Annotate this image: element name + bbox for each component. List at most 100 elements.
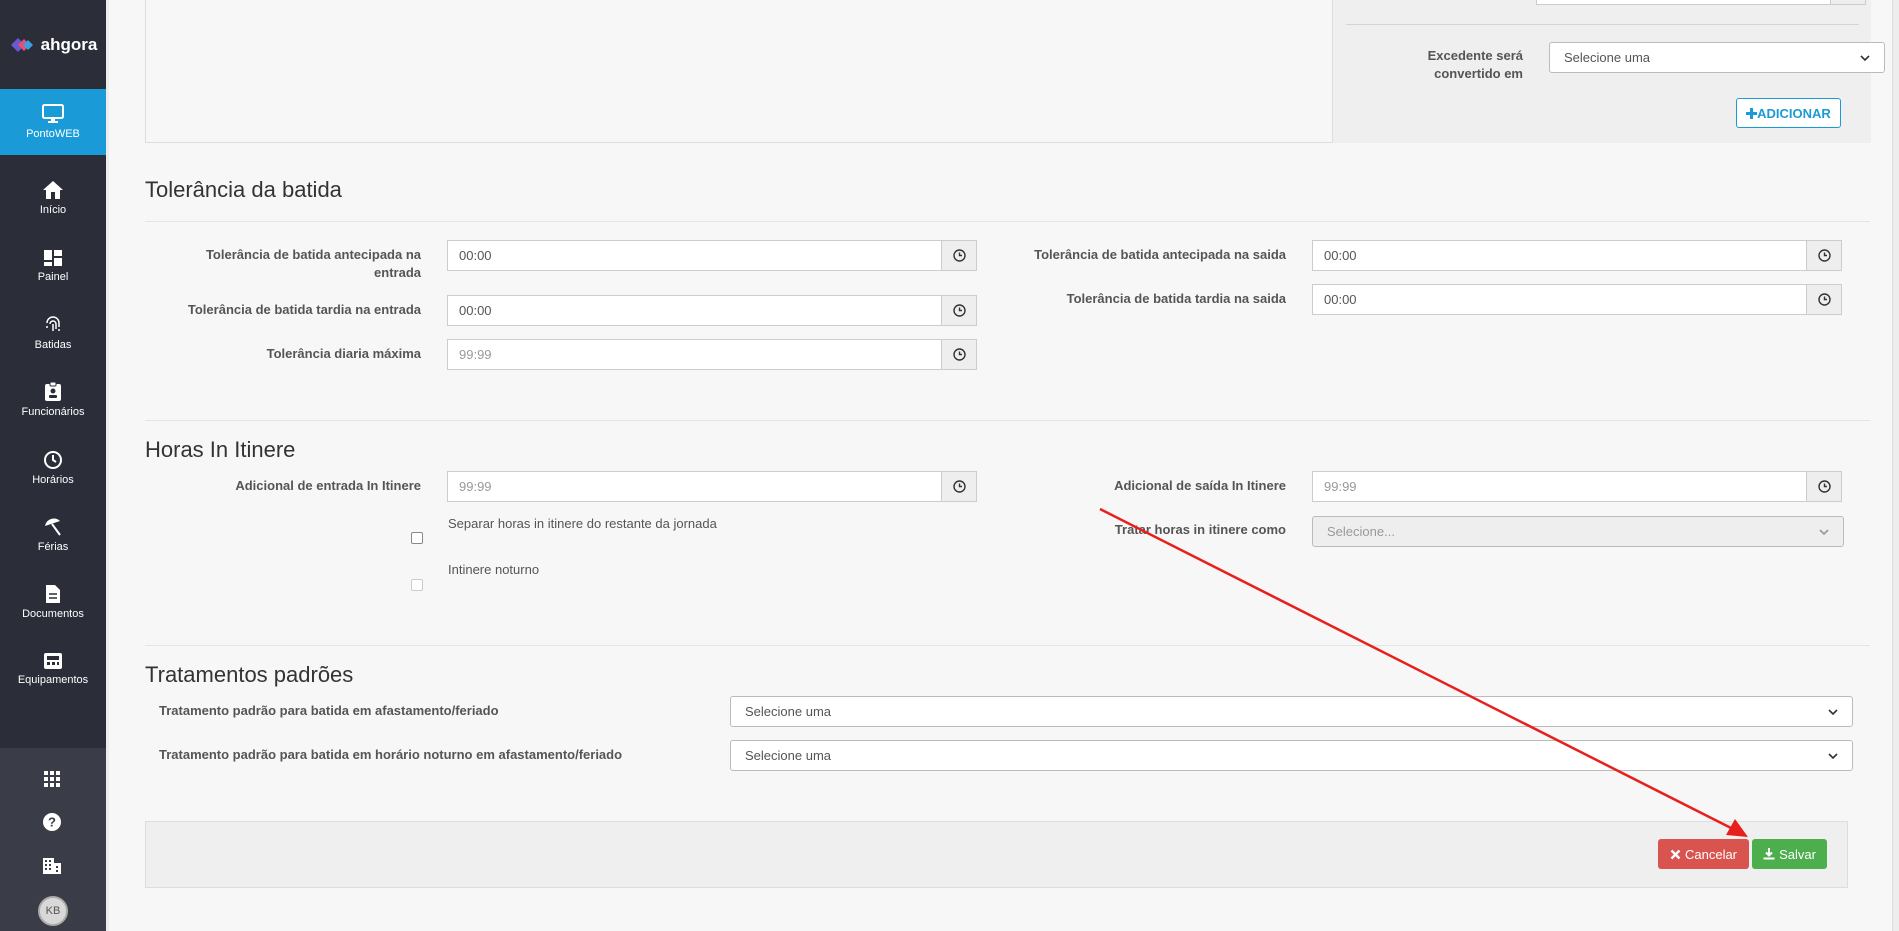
section-title-tolerancia: Tolerância da batida (145, 177, 342, 202)
help-icon[interactable]: ? (41, 811, 63, 833)
sidebar-item-label: PontoWEB (26, 128, 80, 140)
excedente-select-value: Selecione uma (1564, 50, 1650, 65)
clock-icon (952, 480, 966, 493)
separar-horas-checkbox[interactable] (411, 532, 423, 544)
document-icon (46, 585, 60, 603)
itinere-saida-label: Adicional de saída In Itinere (1114, 478, 1286, 493)
tardia-entrada-input[interactable]: 00:00 (447, 295, 942, 326)
sidebar-item-ferias[interactable]: Férias (0, 507, 106, 563)
divider (1346, 24, 1859, 25)
previous-section-box: Excedente será convertido em Selecione u… (145, 0, 1885, 143)
avatar[interactable]: KB (38, 896, 68, 926)
save-button-label: Salvar (1779, 846, 1816, 862)
noturno-afastamento-select-value: Selecione uma (745, 748, 831, 763)
sidebar-item-pontoweb[interactable]: PontoWEB (0, 89, 106, 155)
label-line-1: Tolerância de batida antecipada na (205, 247, 421, 262)
clock-icon (1817, 480, 1831, 493)
excedente-select[interactable]: Selecione uma (1549, 42, 1885, 73)
apps-grid-icon[interactable] (41, 768, 63, 790)
antecipada-saida-label: Tolerância de batida antecipada na saida (1034, 247, 1286, 262)
clock-icon (1817, 293, 1831, 306)
diaria-maxima-clock-button[interactable] (941, 339, 977, 370)
logo-text: ahgora (40, 34, 98, 54)
beach-umbrella-icon (45, 518, 61, 536)
sidebar-item-inicio[interactable]: Início (0, 170, 106, 226)
sidebar-item-label: Horários (32, 474, 74, 486)
home-icon (43, 181, 63, 199)
sidebar-item-label: Equipamentos (17, 674, 89, 686)
sidebar-item-funcionarios[interactable]: Funcionários (0, 372, 106, 428)
divider (145, 221, 1870, 222)
antecipada-entrada-input[interactable]: 00:00 (447, 240, 942, 271)
antecipada-entrada-label: Tolerância de batida antecipada na entra… (145, 246, 421, 282)
antecipada-saida-clock-button[interactable] (1806, 240, 1842, 271)
tardia-entrada-clock-button[interactable] (941, 295, 977, 326)
plus-icon (1746, 107, 1758, 119)
diaria-maxima-input[interactable]: 99:99 (447, 339, 942, 370)
intinere-noturno-checkbox[interactable] (411, 579, 423, 591)
add-button-label: ADICIONAR (1757, 105, 1831, 121)
noturno-afastamento-label: Tratamento padrão para batida em horário… (159, 747, 623, 762)
sidebar-item-label: Férias (37, 541, 69, 553)
excedente-label: Excedente será convertido em (1353, 47, 1523, 83)
tratar-itinere-select[interactable]: Selecione... (1312, 516, 1844, 547)
sidebar-item-painel[interactable]: Painel (0, 238, 106, 294)
itinere-entrada-clock-button[interactable] (941, 471, 977, 502)
clock-icon (952, 304, 966, 317)
sidebar-item-equipamentos[interactable]: Equipamentos (0, 641, 106, 697)
clock-icon (952, 348, 966, 361)
label-line-2: entrada (374, 265, 421, 280)
equipment-icon (44, 653, 62, 669)
clock-icon (952, 249, 966, 262)
excedente-label-line-1: Excedente será (1427, 48, 1523, 63)
clock-icon (1817, 249, 1831, 262)
separar-horas-label: Separar horas in itinere do restante da … (448, 516, 717, 531)
noturno-afastamento-select[interactable]: Selecione uma (730, 740, 1853, 771)
cancel-button[interactable]: Cancelar (1658, 839, 1749, 869)
building-icon[interactable] (41, 855, 63, 877)
divider (145, 645, 1870, 646)
itinere-saida-input[interactable]: 99:99 (1312, 471, 1807, 502)
itinere-entrada-label: Adicional de entrada In Itinere (235, 478, 421, 493)
form-panel: Excedente será convertido em Selecione u… (109, 0, 1893, 931)
chevron-down-icon (1828, 752, 1838, 759)
sidebar-item-label: Batidas (34, 339, 72, 351)
add-button[interactable]: ADICIONAR (1736, 98, 1841, 128)
tardia-entrada-label: Tolerância de batida tardia na entrada (187, 302, 421, 317)
divider (145, 420, 1870, 421)
previous-input[interactable] (1536, 0, 1831, 5)
sidebar-item-label: Painel (37, 271, 69, 283)
sidebar-item-label: Documentos (22, 608, 84, 620)
fingerprint-icon (46, 316, 60, 331)
afastamento-label: Tratamento padrão para batida em afastam… (159, 703, 499, 718)
monitor-icon (42, 104, 64, 123)
chevron-down-icon (1819, 528, 1829, 535)
sidebar-item-batidas[interactable]: Batidas (0, 305, 106, 361)
form-actions-bar (145, 821, 1848, 888)
chevron-down-icon (1860, 54, 1870, 61)
section-title-itinere: Horas In Itinere (145, 437, 296, 462)
tardia-saida-input[interactable]: 00:00 (1312, 284, 1807, 315)
tardia-saida-label: Tolerância de batida tardia na saida (1066, 291, 1286, 306)
cancel-button-label: Cancelar (1684, 846, 1738, 862)
clock-icon (44, 451, 62, 469)
itinere-entrada-input[interactable]: 99:99 (447, 471, 942, 502)
dashboard-icon (44, 250, 62, 266)
antecipada-entrada-clock-button[interactable] (941, 240, 977, 271)
diaria-maxima-label: Tolerância diaria máxima (266, 346, 421, 361)
save-button[interactable]: Salvar (1752, 839, 1827, 869)
ahgora-logo[interactable]: ahgora (0, 0, 106, 89)
chevron-down-icon (1828, 708, 1838, 715)
svg-text:?: ? (48, 815, 56, 830)
sidebar: ahgora PontoWEB Início Painel Batidas Fu… (0, 0, 106, 931)
previous-input-addon[interactable] (1830, 0, 1866, 5)
itinere-saida-clock-button[interactable] (1806, 471, 1842, 502)
sidebar-item-horarios[interactable]: Horários (0, 440, 106, 496)
section-title-tratamentos: Tratamentos padrões (145, 662, 354, 687)
antecipada-saida-input[interactable]: 00:00 (1312, 240, 1807, 271)
afastamento-select[interactable]: Selecione uma (730, 696, 1853, 727)
excedente-label-line-2: convertido em (1434, 66, 1523, 81)
tardia-saida-clock-button[interactable] (1806, 284, 1842, 315)
sidebar-item-documentos[interactable]: Documentos (0, 574, 106, 630)
tratar-itinere-select-value: Selecione... (1327, 524, 1395, 539)
